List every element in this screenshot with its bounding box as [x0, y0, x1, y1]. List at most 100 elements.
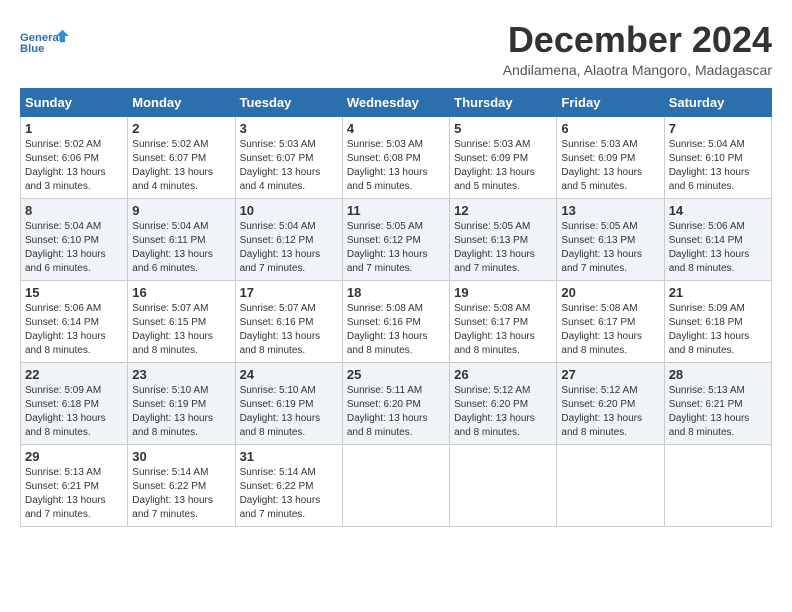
logo-icon: General Blue	[20, 20, 70, 65]
cell-info: Sunrise: 5:08 AMSunset: 6:17 PMDaylight:…	[454, 302, 552, 358]
calendar-cell: 31 Sunrise: 5:14 AMSunset: 6:22 PMDaylig…	[235, 444, 342, 526]
day-number: 2	[132, 121, 230, 136]
cell-info: Sunrise: 5:06 AMSunset: 6:14 PMDaylight:…	[669, 220, 767, 276]
calendar-cell: 26 Sunrise: 5:12 AMSunset: 6:20 PMDaylig…	[450, 362, 557, 444]
day-number: 26	[454, 367, 552, 382]
calendar-week-row: 15 Sunrise: 5:06 AMSunset: 6:14 PMDaylig…	[21, 280, 772, 362]
day-number: 8	[25, 203, 123, 218]
header-wednesday: Wednesday	[342, 88, 449, 116]
cell-info: Sunrise: 5:07 AMSunset: 6:16 PMDaylight:…	[240, 302, 338, 358]
cell-info: Sunrise: 5:05 AMSunset: 6:12 PMDaylight:…	[347, 220, 445, 276]
cell-info: Sunrise: 5:14 AMSunset: 6:22 PMDaylight:…	[240, 466, 338, 522]
calendar-week-row: 22 Sunrise: 5:09 AMSunset: 6:18 PMDaylig…	[21, 362, 772, 444]
day-number: 11	[347, 203, 445, 218]
header-sunday: Sunday	[21, 88, 128, 116]
calendar-cell: 30 Sunrise: 5:14 AMSunset: 6:22 PMDaylig…	[128, 444, 235, 526]
cell-info: Sunrise: 5:10 AMSunset: 6:19 PMDaylight:…	[132, 384, 230, 440]
day-number: 22	[25, 367, 123, 382]
day-number: 31	[240, 449, 338, 464]
calendar-cell: 3 Sunrise: 5:03 AMSunset: 6:07 PMDayligh…	[235, 116, 342, 198]
day-number: 9	[132, 203, 230, 218]
calendar-cell: 1 Sunrise: 5:02 AMSunset: 6:06 PMDayligh…	[21, 116, 128, 198]
calendar-cell: 22 Sunrise: 5:09 AMSunset: 6:18 PMDaylig…	[21, 362, 128, 444]
day-number: 5	[454, 121, 552, 136]
day-number: 13	[561, 203, 659, 218]
cell-info: Sunrise: 5:03 AMSunset: 6:09 PMDaylight:…	[561, 138, 659, 194]
day-number: 17	[240, 285, 338, 300]
day-number: 3	[240, 121, 338, 136]
calendar-week-row: 8 Sunrise: 5:04 AMSunset: 6:10 PMDayligh…	[21, 198, 772, 280]
cell-info: Sunrise: 5:02 AMSunset: 6:06 PMDaylight:…	[25, 138, 123, 194]
day-number: 29	[25, 449, 123, 464]
cell-info: Sunrise: 5:11 AMSunset: 6:20 PMDaylight:…	[347, 384, 445, 440]
day-number: 15	[25, 285, 123, 300]
calendar-cell	[557, 444, 664, 526]
day-number: 18	[347, 285, 445, 300]
day-number: 16	[132, 285, 230, 300]
logo: General Blue	[20, 20, 70, 65]
header-saturday: Saturday	[664, 88, 771, 116]
calendar-cell: 24 Sunrise: 5:10 AMSunset: 6:19 PMDaylig…	[235, 362, 342, 444]
day-number: 25	[347, 367, 445, 382]
calendar-cell: 7 Sunrise: 5:04 AMSunset: 6:10 PMDayligh…	[664, 116, 771, 198]
svg-text:Blue: Blue	[20, 43, 44, 55]
calendar-cell	[664, 444, 771, 526]
calendar-cell: 13 Sunrise: 5:05 AMSunset: 6:13 PMDaylig…	[557, 198, 664, 280]
day-number: 30	[132, 449, 230, 464]
calendar-cell: 4 Sunrise: 5:03 AMSunset: 6:08 PMDayligh…	[342, 116, 449, 198]
cell-info: Sunrise: 5:12 AMSunset: 6:20 PMDaylight:…	[561, 384, 659, 440]
cell-info: Sunrise: 5:04 AMSunset: 6:10 PMDaylight:…	[669, 138, 767, 194]
day-number: 1	[25, 121, 123, 136]
day-number: 12	[454, 203, 552, 218]
cell-info: Sunrise: 5:04 AMSunset: 6:11 PMDaylight:…	[132, 220, 230, 276]
calendar-cell	[450, 444, 557, 526]
calendar-cell: 15 Sunrise: 5:06 AMSunset: 6:14 PMDaylig…	[21, 280, 128, 362]
title-block: December 2024 Andilamena, Alaotra Mangor…	[503, 20, 772, 78]
cell-info: Sunrise: 5:09 AMSunset: 6:18 PMDaylight:…	[669, 302, 767, 358]
cell-info: Sunrise: 5:13 AMSunset: 6:21 PMDaylight:…	[669, 384, 767, 440]
calendar-cell: 11 Sunrise: 5:05 AMSunset: 6:12 PMDaylig…	[342, 198, 449, 280]
day-number: 6	[561, 121, 659, 136]
calendar-cell: 16 Sunrise: 5:07 AMSunset: 6:15 PMDaylig…	[128, 280, 235, 362]
calendar-cell: 28 Sunrise: 5:13 AMSunset: 6:21 PMDaylig…	[664, 362, 771, 444]
svg-text:General: General	[20, 32, 62, 44]
cell-info: Sunrise: 5:04 AMSunset: 6:12 PMDaylight:…	[240, 220, 338, 276]
cell-info: Sunrise: 5:10 AMSunset: 6:19 PMDaylight:…	[240, 384, 338, 440]
calendar-cell	[342, 444, 449, 526]
cell-info: Sunrise: 5:04 AMSunset: 6:10 PMDaylight:…	[25, 220, 123, 276]
header-friday: Friday	[557, 88, 664, 116]
header-tuesday: Tuesday	[235, 88, 342, 116]
cell-info: Sunrise: 5:06 AMSunset: 6:14 PMDaylight:…	[25, 302, 123, 358]
day-number: 14	[669, 203, 767, 218]
cell-info: Sunrise: 5:09 AMSunset: 6:18 PMDaylight:…	[25, 384, 123, 440]
cell-info: Sunrise: 5:14 AMSunset: 6:22 PMDaylight:…	[132, 466, 230, 522]
calendar-cell: 5 Sunrise: 5:03 AMSunset: 6:09 PMDayligh…	[450, 116, 557, 198]
location-subtitle: Andilamena, Alaotra Mangoro, Madagascar	[503, 62, 772, 78]
calendar-cell: 25 Sunrise: 5:11 AMSunset: 6:20 PMDaylig…	[342, 362, 449, 444]
calendar-table: SundayMondayTuesdayWednesdayThursdayFrid…	[20, 88, 772, 527]
day-number: 24	[240, 367, 338, 382]
calendar-cell: 9 Sunrise: 5:04 AMSunset: 6:11 PMDayligh…	[128, 198, 235, 280]
cell-info: Sunrise: 5:08 AMSunset: 6:16 PMDaylight:…	[347, 302, 445, 358]
header-monday: Monday	[128, 88, 235, 116]
day-number: 7	[669, 121, 767, 136]
cell-info: Sunrise: 5:05 AMSunset: 6:13 PMDaylight:…	[454, 220, 552, 276]
day-number: 4	[347, 121, 445, 136]
calendar-week-row: 1 Sunrise: 5:02 AMSunset: 6:06 PMDayligh…	[21, 116, 772, 198]
calendar-week-row: 29 Sunrise: 5:13 AMSunset: 6:21 PMDaylig…	[21, 444, 772, 526]
calendar-cell: 8 Sunrise: 5:04 AMSunset: 6:10 PMDayligh…	[21, 198, 128, 280]
day-number: 20	[561, 285, 659, 300]
calendar-cell: 27 Sunrise: 5:12 AMSunset: 6:20 PMDaylig…	[557, 362, 664, 444]
calendar-cell: 19 Sunrise: 5:08 AMSunset: 6:17 PMDaylig…	[450, 280, 557, 362]
cell-info: Sunrise: 5:08 AMSunset: 6:17 PMDaylight:…	[561, 302, 659, 358]
day-number: 23	[132, 367, 230, 382]
cell-info: Sunrise: 5:03 AMSunset: 6:07 PMDaylight:…	[240, 138, 338, 194]
cell-info: Sunrise: 5:13 AMSunset: 6:21 PMDaylight:…	[25, 466, 123, 522]
month-title: December 2024	[503, 20, 772, 60]
cell-info: Sunrise: 5:12 AMSunset: 6:20 PMDaylight:…	[454, 384, 552, 440]
day-number: 28	[669, 367, 767, 382]
calendar-cell: 14 Sunrise: 5:06 AMSunset: 6:14 PMDaylig…	[664, 198, 771, 280]
calendar-cell: 10 Sunrise: 5:04 AMSunset: 6:12 PMDaylig…	[235, 198, 342, 280]
calendar-cell: 20 Sunrise: 5:08 AMSunset: 6:17 PMDaylig…	[557, 280, 664, 362]
calendar-header-row: SundayMondayTuesdayWednesdayThursdayFrid…	[21, 88, 772, 116]
